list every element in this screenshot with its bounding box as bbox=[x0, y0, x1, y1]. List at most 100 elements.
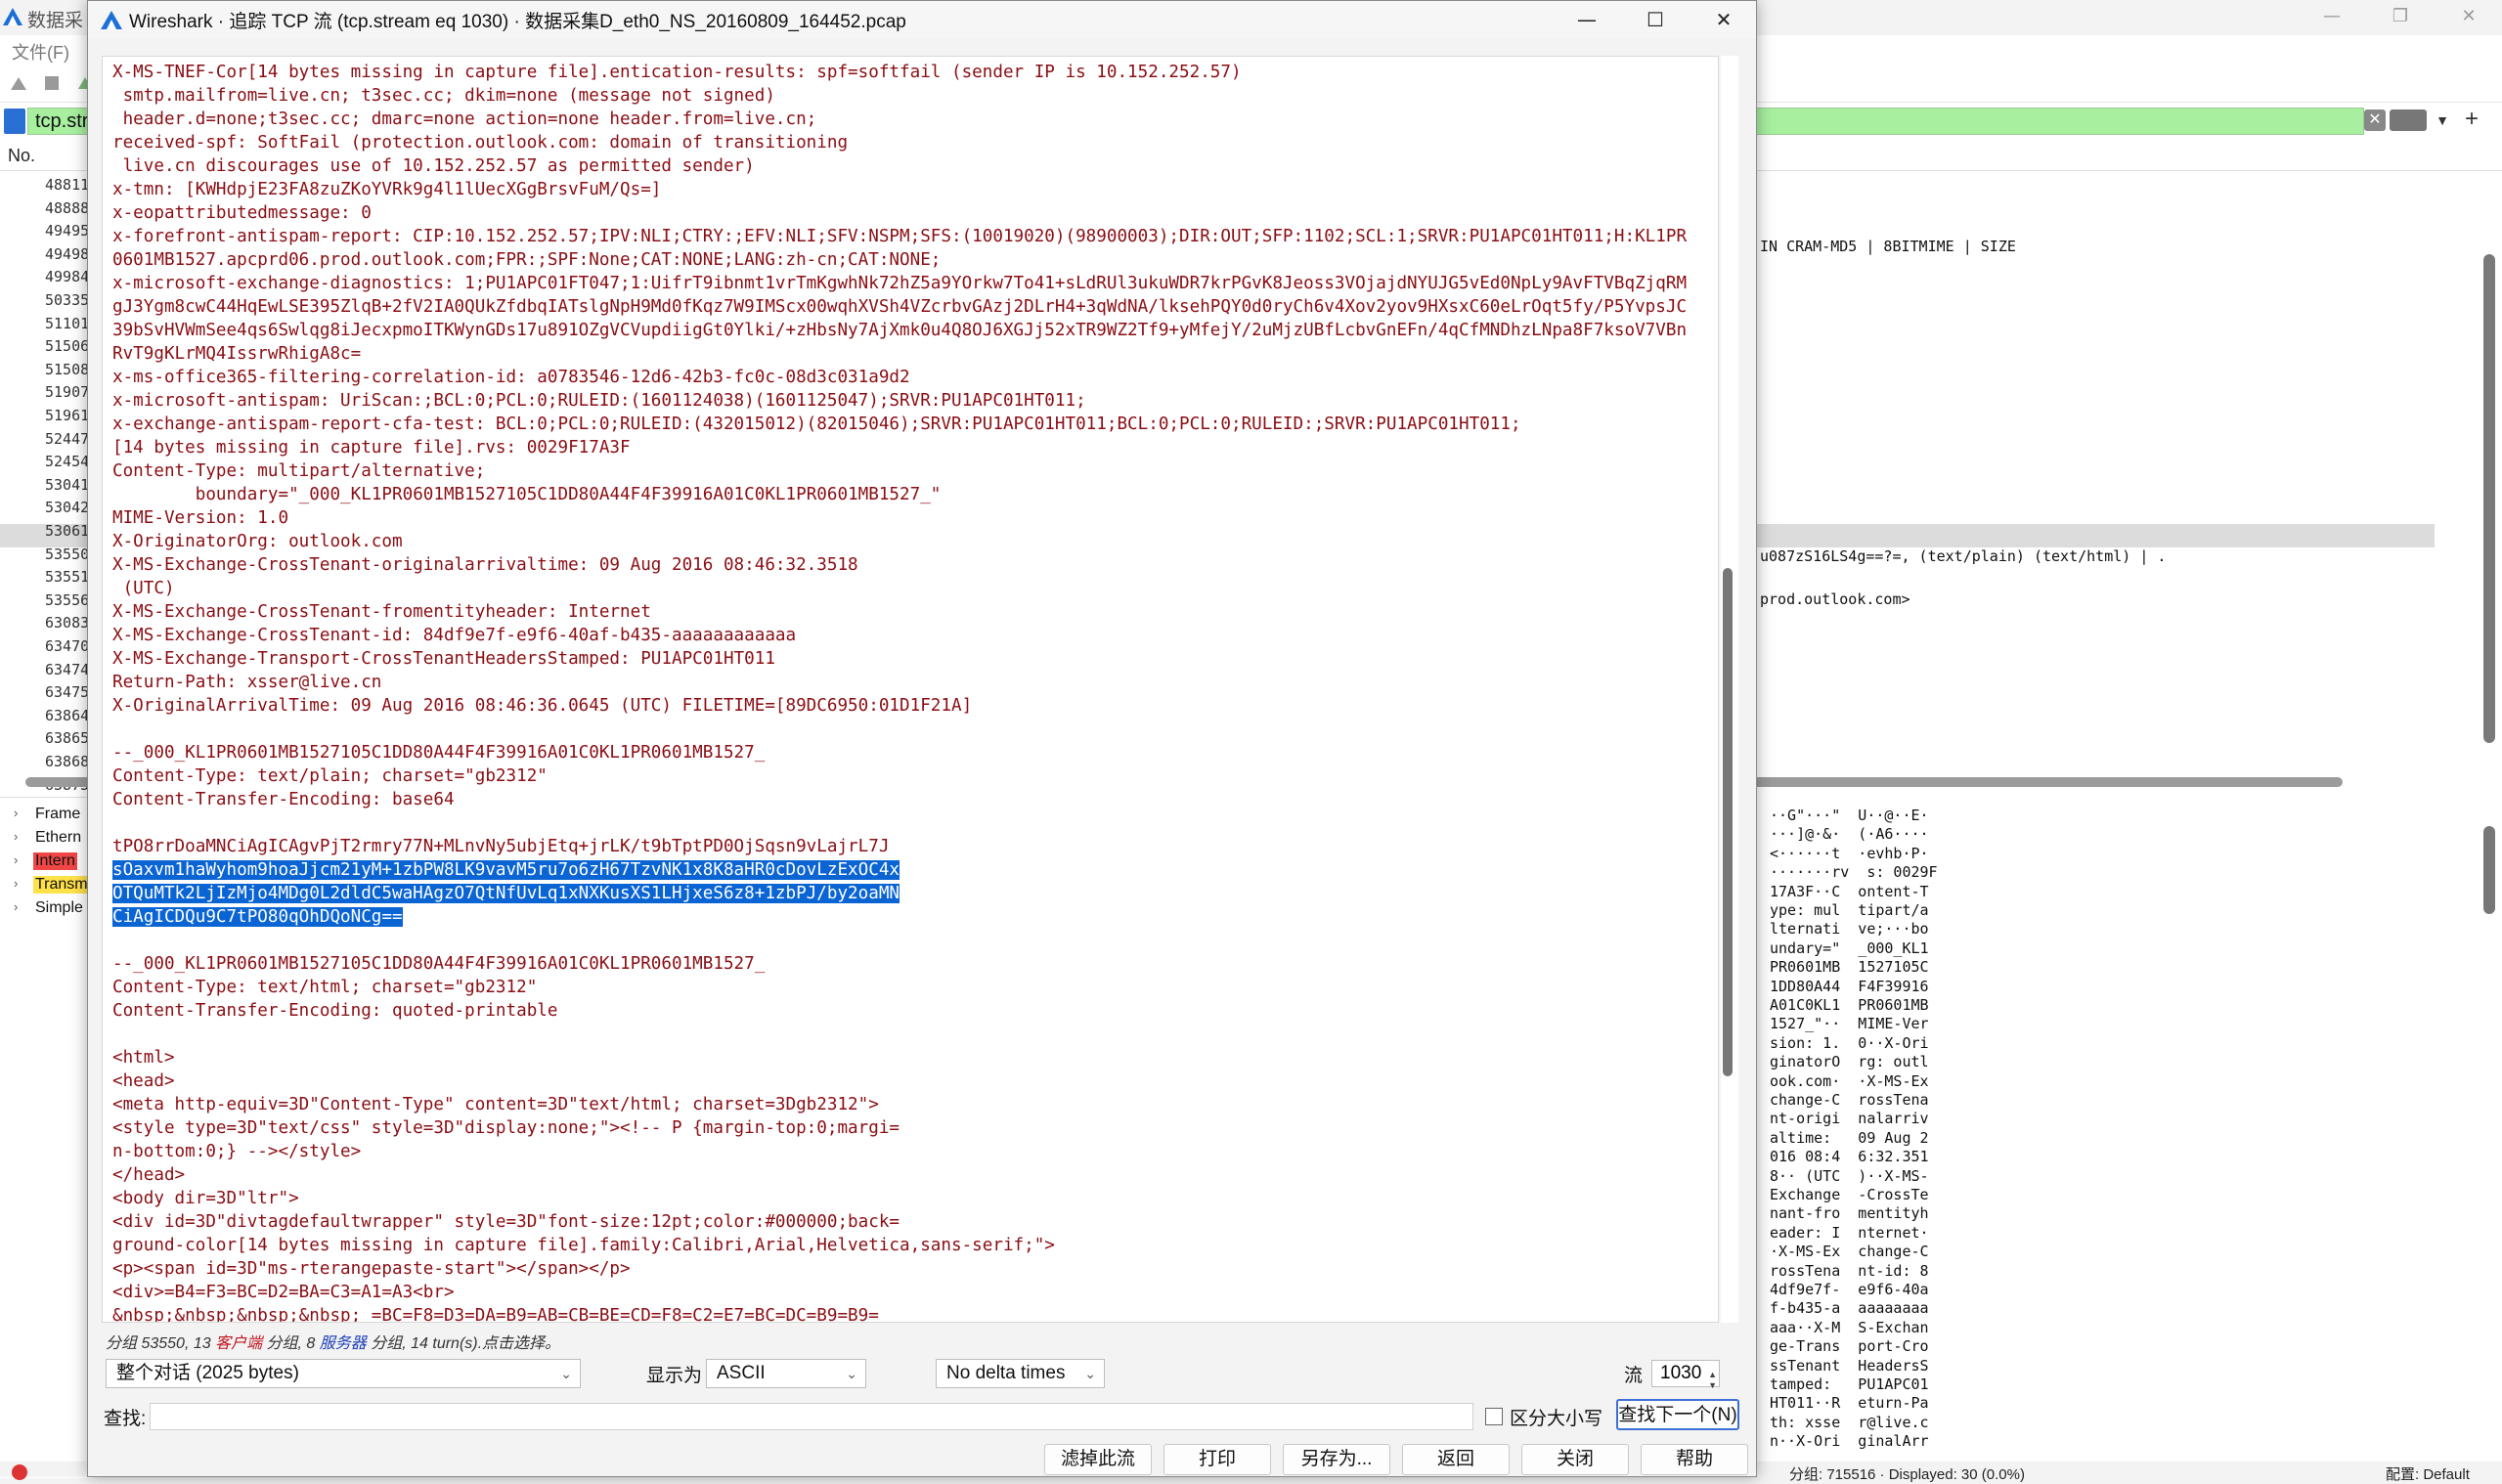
stream-line-text: 0601MB1527.apcprd06.prod.outlook.com;FPR… bbox=[112, 250, 942, 270]
bytes-line: ··G"···" U··@··E· bbox=[1770, 807, 1929, 824]
packet-number[interactable]: 53556 bbox=[45, 591, 89, 609]
stream-line-text: gJ3Ygm8cwC44HqEwLSE395ZlqB+2fV2IA0QUkZfd… bbox=[112, 297, 1688, 317]
packet-number[interactable]: 48888 bbox=[45, 199, 89, 217]
packet-number[interactable]: 48811 bbox=[45, 176, 89, 194]
packet-number[interactable]: 63083 bbox=[45, 614, 89, 632]
stream-number-spinbox[interactable]: 1030 ▲ ▼ bbox=[1651, 1360, 1720, 1390]
packet-number[interactable]: 51907 bbox=[45, 383, 89, 401]
packet-info: u087zS16LS4g==?=, (text/plain) (text/htm… bbox=[1760, 547, 2167, 565]
stream-line-text: boundary="_000_KL1PR0601MB1527105C1DD80A… bbox=[112, 485, 942, 504]
packet-number[interactable]: 51961 bbox=[45, 407, 89, 424]
packet-number[interactable]: 49984 bbox=[45, 268, 89, 285]
stream-line-text: <meta http-equiv=3D"Content-Type" conten… bbox=[112, 1095, 879, 1114]
stream-line: <head> bbox=[112, 1069, 1687, 1093]
packet-number[interactable]: 52454 bbox=[45, 453, 89, 470]
bytes-line: th: xsse r@live.c bbox=[1770, 1413, 1929, 1431]
stream-summary[interactable]: 分组 53550, 13 客户端 分组, 8 服务器 分组, 14 turn(s… bbox=[106, 1330, 560, 1353]
stream-scrollbar-thumb[interactable] bbox=[1723, 568, 1733, 1076]
menu-file[interactable]: 文件(F) bbox=[12, 39, 69, 65]
delta-times-value: No delta times bbox=[946, 1363, 1066, 1383]
packet-number[interactable]: 52447 bbox=[45, 430, 89, 448]
bookmark-icon[interactable] bbox=[4, 109, 25, 134]
stream-line: Content-Type: multipart/alternative; bbox=[112, 459, 1687, 483]
packet-number[interactable]: 53061 bbox=[45, 522, 89, 540]
stream-line: Content-Type: text/html; charset="gb2312… bbox=[112, 976, 1687, 999]
bytes-line: sion: 1. 0··X-Ori bbox=[1770, 1033, 1929, 1052]
packet-number[interactable]: 63864 bbox=[45, 707, 89, 724]
packet-number[interactable]: 63475 bbox=[45, 683, 89, 701]
stream-line: 0601MB1527.apcprd06.prod.outlook.com;FPR… bbox=[112, 248, 1687, 272]
chevron-down-icon: ⌄ bbox=[560, 1366, 572, 1381]
dialog-title: Wireshark · 追踪 TCP 流 (tcp.stream eq 1030… bbox=[129, 12, 906, 32]
show-as-value: ASCII bbox=[717, 1363, 766, 1383]
conversation-select[interactable]: 整个对话 (2025 bytes) ⌄ bbox=[106, 1359, 581, 1388]
minimize-icon[interactable]: — bbox=[1553, 1, 1621, 38]
packet-number[interactable]: 63868 bbox=[45, 753, 89, 770]
packet-number[interactable]: 51506 bbox=[45, 337, 89, 355]
packet-number[interactable]: 53042 bbox=[45, 499, 89, 516]
delta-times-select[interactable]: No delta times ⌄ bbox=[936, 1359, 1105, 1388]
maximize-icon[interactable]: ☐ bbox=[1621, 1, 1690, 38]
packet-number[interactable]: 53550 bbox=[45, 546, 89, 563]
packet-number[interactable]: 53041 bbox=[45, 476, 89, 494]
close-icon[interactable]: ✕ bbox=[2435, 0, 2502, 35]
packet-number[interactable]: 50335 bbox=[45, 291, 89, 309]
stream-content-area[interactable]: X-MS-TNEF-Cor[14 bytes missing in captur… bbox=[102, 56, 1719, 1323]
stream-line-text: x-ms-office365-filtering-correlation-id:… bbox=[112, 368, 910, 387]
packet-number[interactable]: 53551 bbox=[45, 568, 89, 586]
packet-number[interactable]: 63865 bbox=[45, 729, 89, 747]
packet-number[interactable]: 49498 bbox=[45, 245, 89, 263]
stream-line: Content-Transfer-Encoding: quoted-printa… bbox=[112, 999, 1687, 1023]
stream-line: <style type=3D"text/css" style=3D"displa… bbox=[112, 1116, 1687, 1140]
shark-fin-icon[interactable] bbox=[10, 74, 27, 92]
summary-suffix: 分组, 14 turn(s).点击选择。 bbox=[366, 1335, 561, 1352]
maximize-icon[interactable]: ❐ bbox=[2366, 0, 2435, 35]
stream-text[interactable]: X-MS-TNEF-Cor[14 bytes missing in captur… bbox=[112, 61, 1687, 1322]
packet-number[interactable]: 63470 bbox=[45, 637, 89, 655]
packet-number[interactable]: 49495 bbox=[45, 222, 89, 240]
bytes-line: tamped: PU1APC01 bbox=[1770, 1375, 1929, 1393]
chevron-right-icon: › bbox=[14, 829, 19, 844]
chevron-down-icon[interactable]: ▼ bbox=[2431, 109, 2454, 131]
stream-line-text: Content-Type: text/html; charset="gb2312… bbox=[112, 978, 538, 997]
close-button[interactable]: 关闭 bbox=[1521, 1444, 1629, 1475]
apply-filter-icon[interactable] bbox=[2390, 109, 2427, 131]
show-as-select[interactable]: ASCII ⌄ bbox=[706, 1359, 866, 1388]
selected-stream-text: OTQuMTk2LjIzMjo4MDg0L2dldC5waHAgzO7QtNfU… bbox=[112, 884, 900, 903]
minimize-icon[interactable]: — bbox=[2298, 0, 2366, 35]
stream-line-text: </head> bbox=[112, 1165, 186, 1185]
packet-number[interactable]: 51508 bbox=[45, 361, 89, 378]
stream-line: gJ3Ygm8cwC44HqEwLSE395ZlqB+2fV2IA0QUkZfd… bbox=[112, 295, 1687, 319]
stop-icon[interactable] bbox=[43, 74, 61, 92]
add-filter-button-icon[interactable]: + bbox=[2460, 108, 2483, 133]
stream-line-text: --_000_KL1PR0601MB1527105C1DD80A44F4F399… bbox=[112, 954, 766, 974]
stream-line-text: X-MS-Exchange-Transport-CrossTenantHeade… bbox=[112, 649, 775, 669]
print-button[interactable]: 打印 bbox=[1163, 1444, 1271, 1475]
bytes-scrollbar[interactable] bbox=[2483, 826, 2495, 914]
stream-line: <p><span id=3D"ms-rterangepaste-start"><… bbox=[112, 1257, 1687, 1281]
back-button[interactable]: 返回 bbox=[1402, 1444, 1510, 1475]
case-sensitive-checkbox[interactable] bbox=[1485, 1408, 1503, 1425]
column-no-header[interactable]: No. bbox=[8, 146, 35, 166]
help-button[interactable]: 帮助 bbox=[1641, 1444, 1748, 1475]
chevron-down-icon: ⌄ bbox=[1084, 1366, 1096, 1381]
spin-down-icon[interactable]: ▼ bbox=[1708, 1373, 1717, 1398]
packet-number[interactable]: 51101 bbox=[45, 315, 89, 332]
packet-list-scrollbar[interactable] bbox=[2483, 254, 2495, 743]
stream-line-text: smtp.mailfrom=live.cn; t3sec.cc; dkim=no… bbox=[112, 86, 775, 106]
close-icon[interactable]: ✕ bbox=[1690, 1, 1758, 38]
clear-filter-icon[interactable]: ✕ bbox=[2364, 109, 2386, 131]
find-next-button[interactable]: 查找下一个(N) bbox=[1616, 1399, 1739, 1430]
filter-out-stream-button[interactable]: 滤掉此流 bbox=[1044, 1444, 1152, 1475]
stream-line-text: received-spf: SoftFail (protection.outlo… bbox=[112, 133, 849, 153]
stream-line: header.d=none;t3sec.cc; dmarc=none actio… bbox=[112, 108, 1687, 131]
stream-line-text: X-MS-Exchange-CrossTenant-fromentityhead… bbox=[112, 602, 651, 622]
bytes-line: 1DD80A44 F4F39916 bbox=[1770, 977, 1929, 995]
packet-number[interactable]: 63474 bbox=[45, 661, 89, 678]
stream-line bbox=[112, 718, 1687, 741]
stream-line-text: X-MS-Exchange-CrossTenant-originalarriva… bbox=[112, 555, 858, 575]
stream-line-text: [14 bytes missing in capture file].rvs: … bbox=[112, 438, 631, 458]
find-input[interactable] bbox=[150, 1403, 1473, 1430]
profile-status[interactable]: 配置: Default bbox=[2386, 1463, 2470, 1484]
save-as-button[interactable]: 另存为... bbox=[1283, 1444, 1390, 1475]
